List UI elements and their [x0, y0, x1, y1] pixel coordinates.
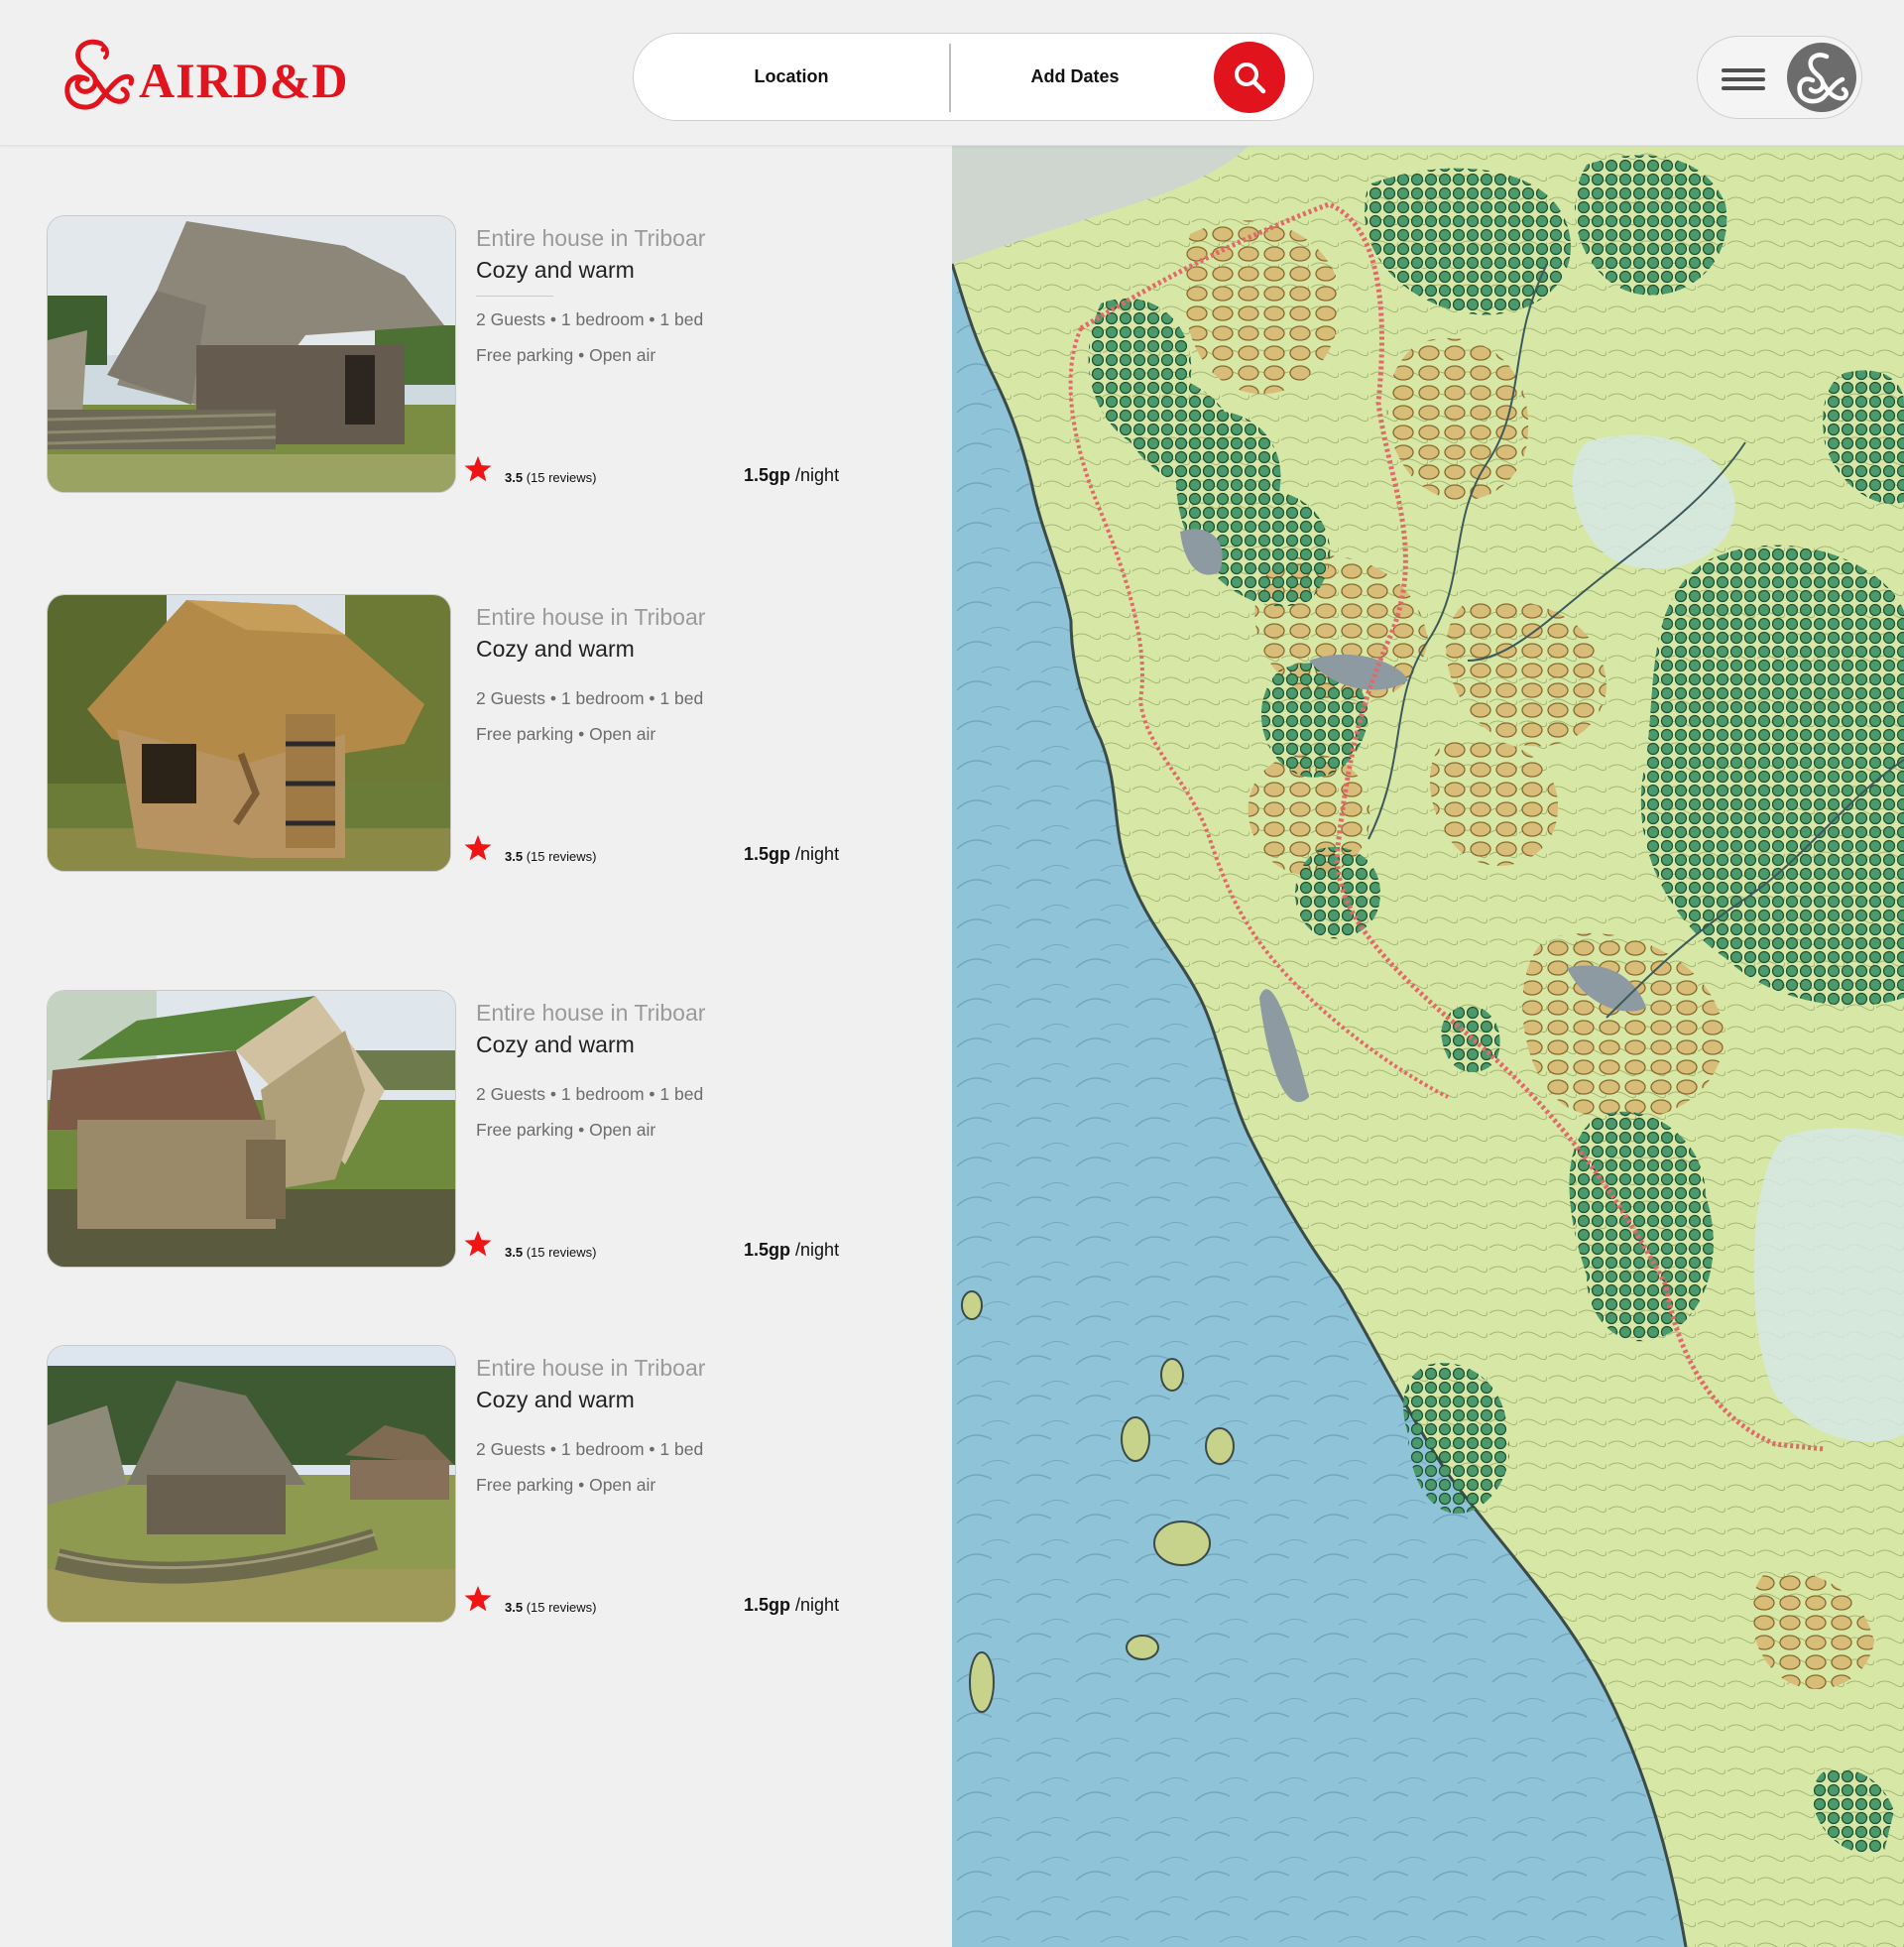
listing-type: Entire house in Triboar — [476, 225, 706, 251]
listing-price: 1.5gp /night — [744, 1595, 839, 1616]
price-value: 1.5gp — [744, 844, 791, 864]
turf-hut-photo-icon — [48, 991, 455, 1267]
map-panel[interactable] — [952, 145, 1904, 1947]
price-value: 1.5gp — [744, 1595, 791, 1615]
top-navbar: AIRD&D Location Add Dates — [0, 0, 1904, 146]
rating-value: 3.5 — [505, 1245, 524, 1260]
search-icon — [1235, 62, 1266, 94]
listing-rating: 3.5 (15 reviews) — [505, 1245, 597, 1260]
listing-amenities: Free parking • Open air — [476, 345, 656, 365]
listing-specs: 2 Guests • 1 bedroom • 1 bed — [476, 1439, 704, 1459]
listing-photo[interactable] — [47, 990, 456, 1268]
search-button[interactable] — [1214, 42, 1285, 113]
listing-type: Entire house in Triboar — [476, 604, 706, 630]
listing-type: Entire house in Triboar — [476, 1000, 706, 1026]
location-field[interactable]: Location — [634, 34, 949, 120]
star-icon — [464, 1230, 492, 1257]
listing-card[interactable]: Entire house in Triboar Cozy and warm 2 … — [47, 1345, 860, 1623]
listing-card[interactable]: Entire house in Triboar Cozy and warm 2 … — [47, 215, 860, 493]
listing-rating: 3.5 (15 reviews) — [505, 470, 597, 485]
listing-title[interactable]: Cozy and warm — [476, 1387, 635, 1413]
listing-type: Entire house in Triboar — [476, 1355, 706, 1381]
listing-title[interactable]: Cozy and warm — [476, 636, 635, 663]
fantasy-map-icon[interactable] — [952, 145, 1904, 1947]
star-icon — [464, 455, 492, 482]
dates-field[interactable]: Add Dates — [951, 34, 1199, 120]
longhouse-photo-icon — [48, 216, 455, 492]
price-value: 1.5gp — [744, 1240, 791, 1260]
listing-amenities: Free parking • Open air — [476, 1120, 656, 1140]
brand-name: AIRD&D — [139, 53, 349, 108]
listing-title[interactable]: Cozy and warm — [476, 257, 635, 284]
rating-value: 3.5 — [505, 849, 524, 864]
listing-photo[interactable] — [47, 594, 451, 872]
star-icon — [464, 1585, 492, 1612]
listing-title[interactable]: Cozy and warm — [476, 1032, 635, 1058]
round-hut-photo-icon — [48, 595, 450, 871]
village-photo-icon — [48, 1346, 455, 1622]
listings-panel: Entire house in Triboar Cozy and warm 2 … — [0, 146, 952, 1947]
listing-rating: 3.5 (15 reviews) — [505, 1600, 597, 1615]
user-avatar[interactable] — [1787, 43, 1856, 112]
listing-specs: 2 Guests • 1 bedroom • 1 bed — [476, 688, 704, 708]
review-count[interactable]: (15 reviews) — [527, 849, 597, 864]
listing-card[interactable]: Entire house in Triboar Cozy and warm 2 … — [47, 594, 860, 872]
ampersand-avatar-icon — [1797, 53, 1848, 104]
hamburger-icon — [1722, 68, 1765, 90]
listing-rating: 3.5 (15 reviews) — [505, 849, 597, 864]
listing-photo[interactable] — [47, 1345, 456, 1623]
star-icon — [464, 834, 492, 861]
price-unit: /night — [795, 844, 840, 864]
price-value: 1.5gp — [744, 465, 791, 485]
listing-specs: 2 Guests • 1 bedroom • 1 bed — [476, 309, 704, 329]
user-menu-button[interactable] — [1697, 36, 1862, 119]
review-count[interactable]: (15 reviews) — [527, 470, 597, 485]
price-unit: /night — [795, 465, 840, 485]
listing-price: 1.5gp /night — [744, 844, 839, 865]
listing-specs: 2 Guests • 1 bedroom • 1 bed — [476, 1084, 704, 1104]
listing-photo[interactable] — [47, 215, 456, 493]
price-unit: /night — [795, 1595, 840, 1615]
ampersand-dragon-logo-icon — [64, 39, 134, 110]
search-bar: Location Add Dates — [633, 33, 1314, 121]
listing-price: 1.5gp /night — [744, 465, 839, 486]
review-count[interactable]: (15 reviews) — [527, 1245, 597, 1260]
listing-card[interactable]: Entire house in Triboar Cozy and warm 2 … — [47, 990, 860, 1268]
rating-value: 3.5 — [505, 470, 524, 485]
listing-amenities: Free parking • Open air — [476, 724, 656, 744]
price-unit: /night — [795, 1240, 840, 1260]
rating-value: 3.5 — [505, 1600, 524, 1615]
review-count[interactable]: (15 reviews) — [527, 1600, 597, 1615]
listing-price: 1.5gp /night — [744, 1240, 839, 1261]
brand-logo[interactable]: AIRD&D — [58, 38, 355, 117]
listing-amenities: Free parking • Open air — [476, 1475, 656, 1495]
title-underline — [476, 296, 553, 297]
